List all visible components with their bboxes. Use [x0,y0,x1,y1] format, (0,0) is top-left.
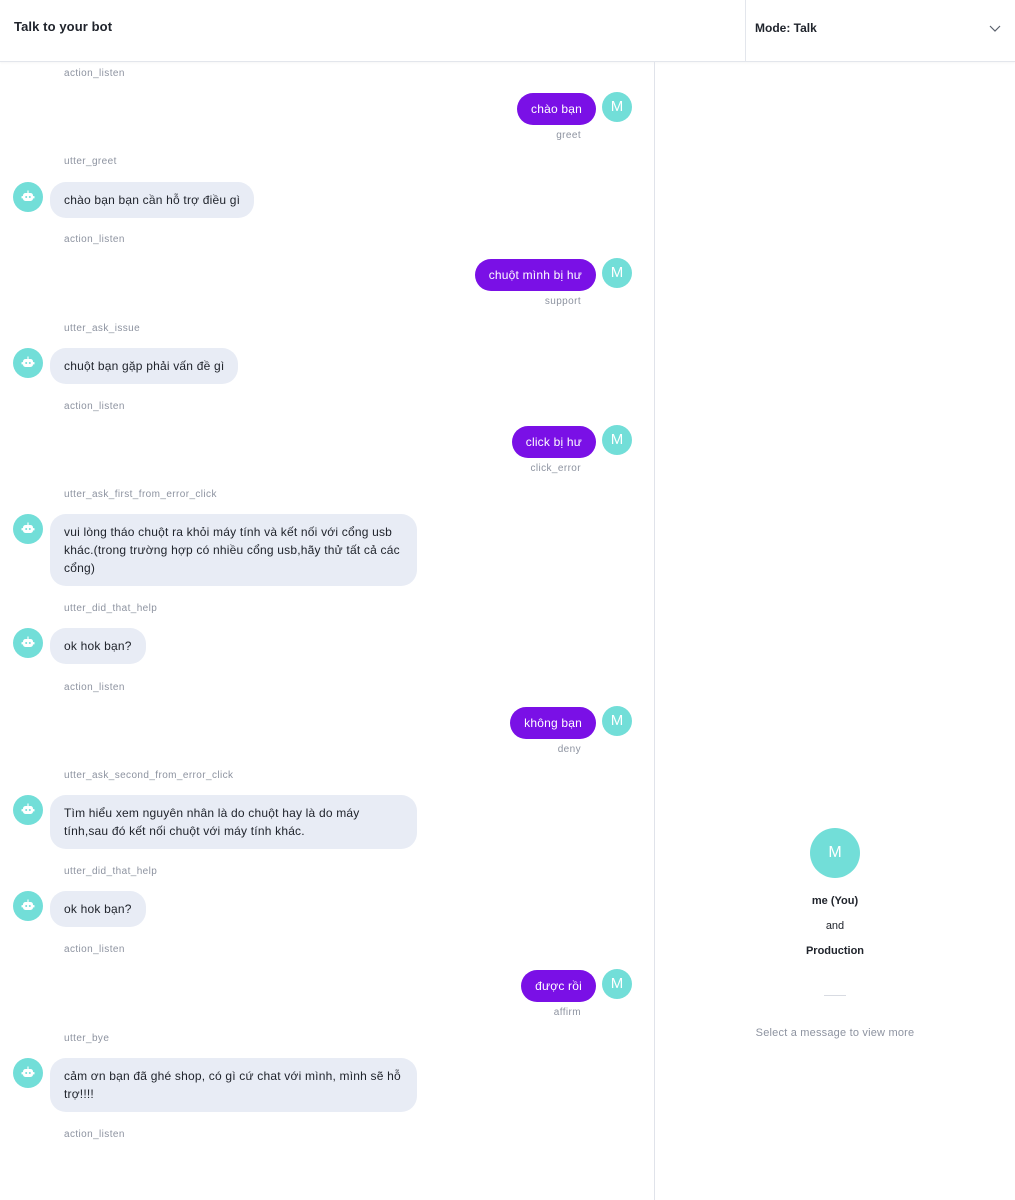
action-label: utter_did_that_help [64,866,158,877]
action-label: utter_ask_issue [64,323,141,334]
bot-avatar [13,628,43,658]
bot-avatar [13,514,43,544]
user-avatar: M [602,258,632,288]
divider-line [824,995,846,996]
user-message-bubble[interactable]: được rồi [521,970,596,1002]
bot-avatar [13,891,43,921]
user-message-bubble[interactable]: không bạn [510,707,596,739]
user-avatar: M [602,969,632,999]
top-bar: Talk to your bot Mode: Talk [0,0,1015,62]
mode-dropdown[interactable]: Mode: Talk [745,0,1015,61]
chevron-down-icon [989,25,1001,32]
intent-label: click_error [530,463,581,474]
action-label: action_listen [64,68,125,79]
action-label: action_listen [64,1129,125,1140]
intent-label: greet [556,130,581,141]
action-label: action_listen [64,401,125,412]
mode-label: Mode: Talk [755,21,817,35]
avatar: M [810,828,860,878]
intent-label: support [544,296,581,307]
user-message-bubble[interactable]: chuột mình bị hư [474,259,596,291]
bot-avatar [13,1058,43,1088]
user-avatar: M [602,425,632,455]
bot-avatar [13,182,43,212]
bot-message-bubble[interactable]: ok hok bạn? [50,628,146,664]
user-message-bubble[interactable]: click bị hư [511,426,596,458]
action-label: utter_ask_first_from_error_click [64,489,217,500]
action-label: utter_ask_second_from_error_click [64,770,234,781]
action-label: utter_bye [64,1033,110,1044]
participant-and-label: and [825,920,845,932]
participant-env-label: Production [805,945,865,957]
bot-message-bubble[interactable]: cảm ơn bạn đã ghé shop, có gì cứ chat vớ… [50,1058,417,1112]
bot-message-bubble[interactable]: chào bạn bạn cần hỗ trợ điều gì [50,182,255,218]
bot-message-bubble[interactable]: ok hok bạn? [50,891,146,927]
participant-user-label: me (You) [811,895,859,907]
intent-label: affirm [553,1007,581,1018]
user-avatar: M [602,92,632,122]
action-label: action_listen [64,944,125,955]
action-label: utter_greet [64,156,117,167]
user-message-bubble[interactable]: chào bạn [517,93,596,125]
bot-message-bubble[interactable]: Tìm hiểu xem nguyên nhân là do chuột hay… [50,795,417,849]
action-label: action_listen [64,234,125,245]
action-label: action_listen [64,682,125,693]
conversation-panel[interactable]: action_listen chào bạn Mgreet utter_greet ch… [0,62,654,1200]
bot-message-bubble[interactable]: vui lòng tháo chuột ra khỏi máy tính và … [50,514,417,586]
page-title: Talk to your bot [14,19,113,34]
bot-message-bubble[interactable]: chuột bạn gặp phải vấn đề gì [50,348,239,384]
action-label: utter_did_that_help [64,603,158,614]
bot-avatar [13,348,43,378]
empty-state-hint: Select a message to view more [755,1027,915,1039]
user-avatar: M [602,706,632,736]
intent-label: deny [557,744,581,755]
bot-avatar [13,795,43,825]
